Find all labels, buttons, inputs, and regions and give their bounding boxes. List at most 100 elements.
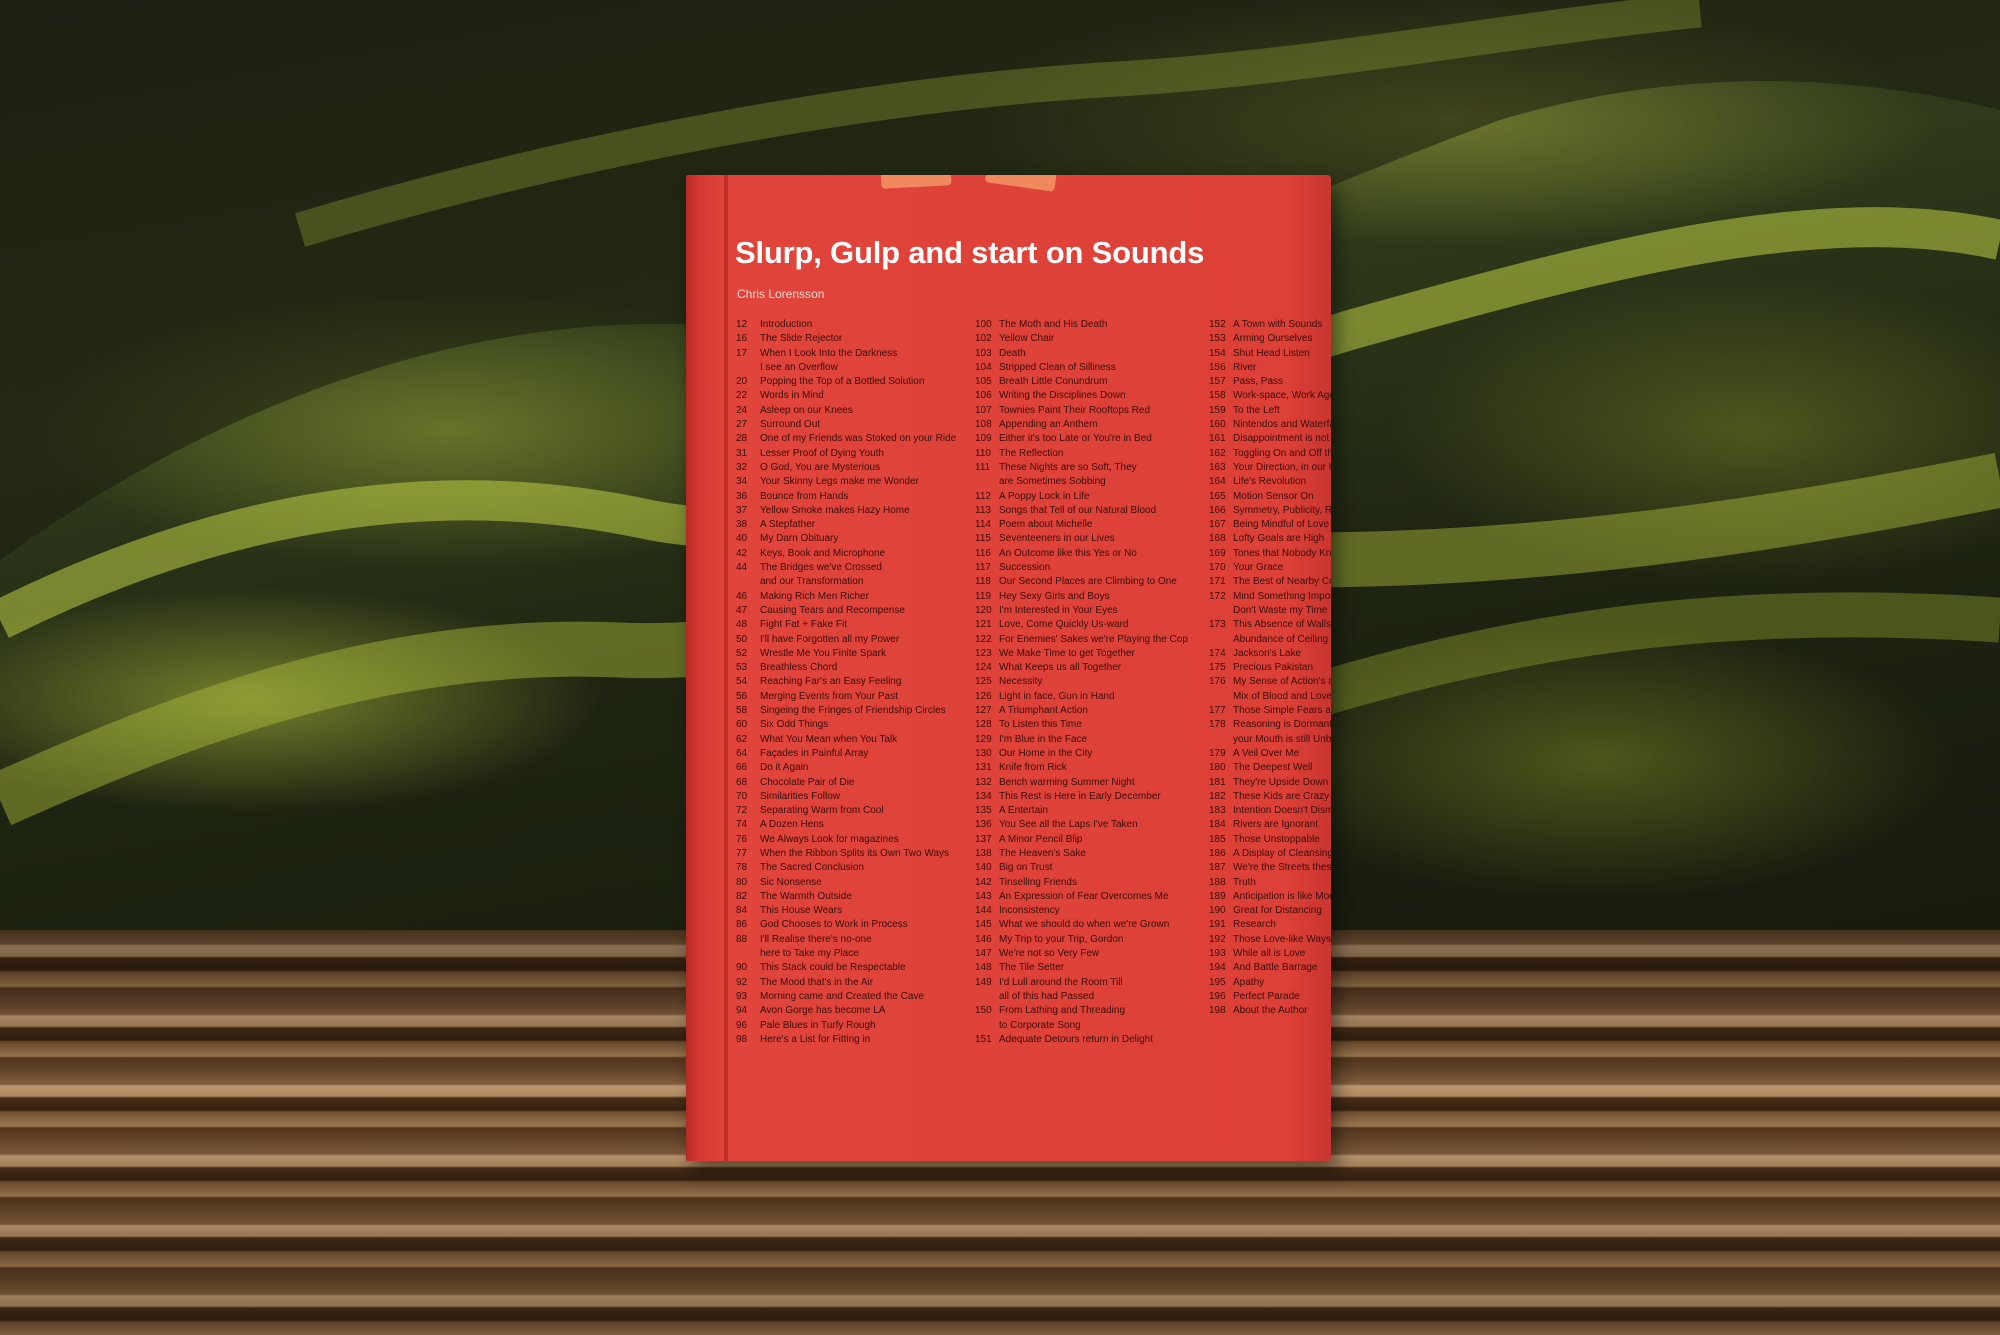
contents-entry: 72 Separating Warm from Cool <box>736 804 966 818</box>
chapter-title: Anticipation is like Mod <box>1233 890 1331 902</box>
contents-entry: 196 Perfect Parade <box>1209 990 1331 1004</box>
chapter-title: Writing the Disciplines Down <box>999 390 1126 402</box>
contents-entry: 126 Light in face, Gun in Hand <box>975 690 1205 704</box>
page-number: 34 <box>736 476 748 488</box>
spine-crease <box>724 175 728 1161</box>
chapter-title: Those Unstoppable <box>1233 833 1320 845</box>
chapter-title: Life's Revolution <box>1233 476 1307 488</box>
contents-entry: 24 Asleep on our Knees <box>736 404 966 418</box>
chapter-title: Townies Paint Their Rooftops Red <box>999 404 1151 416</box>
contents-entry: 128 To Listen this Time <box>975 718 1205 732</box>
contents-entry: 192 Those Love-like Ways <box>1209 933 1331 947</box>
page-number: 193 <box>1209 948 1226 960</box>
chapter-title: Avon Gorge has become LA <box>760 1005 886 1017</box>
chapter-title: The Best of Nearby Co <box>1233 576 1331 588</box>
contents-entry: 138 The Heaven's Sake <box>975 847 1205 861</box>
page-number: 178 <box>1209 719 1226 731</box>
red-book: Slurp, Gulp and start on Sounds Chris Lo… <box>686 175 1331 1161</box>
chapter-title: Symmetry, Publicity, Ro <box>1233 504 1331 516</box>
contents-entry: 198 About the Author <box>1209 1004 1331 1018</box>
page-number: 173 <box>1209 619 1226 631</box>
contents-entry: 131 Knife from Rick <box>975 761 1205 775</box>
chapter-title: Reasoning is Dormant <box>1233 719 1331 731</box>
page-number: 62 <box>736 733 748 745</box>
chapter-title: Perfect Parade <box>1233 990 1300 1002</box>
chapter-title: The Bridges we've Crossed <box>760 562 882 574</box>
page-number: 123 <box>975 647 992 659</box>
page-number: 185 <box>1209 833 1226 845</box>
page-number: 94 <box>736 1005 748 1017</box>
contents-entry: 20 Popping the Top of a Bottled Solution <box>736 375 966 389</box>
page-number: 135 <box>975 805 992 817</box>
page-number: 54 <box>736 676 748 688</box>
contents-entry: 129 I'm Blue in the Face <box>975 733 1205 747</box>
chapter-title: Mix of Blood and Love <box>1233 690 1331 702</box>
page-number: 181 <box>1209 776 1226 788</box>
page-number <box>1209 604 1233 618</box>
page-number <box>1209 733 1233 747</box>
contents-entry: 37 Yellow Smoke makes Hazy Home <box>736 504 966 518</box>
contents-entry: 160 Nintendos and Waterfalls <box>1209 418 1331 432</box>
contents-entry: 181 They're Upside Down <box>1209 776 1331 790</box>
contents-entry: 27 Surround Out <box>736 418 966 432</box>
page-number: 168 <box>1209 533 1226 545</box>
page-number: 107 <box>975 404 992 416</box>
contents-entry: 98 Here's a List for Fitting in <box>736 1033 966 1047</box>
chapter-title: Apathy <box>1233 976 1265 988</box>
chapter-title: This Rest is Here in Early December <box>999 790 1161 802</box>
contents-entry: 170 Your Grace <box>1209 561 1331 575</box>
contents-entry: 172 Mind Something Import <box>1209 590 1331 604</box>
contents-entry: 93 Morning came and Created the Cave <box>736 990 966 1004</box>
chapter-title: To the Left <box>1233 404 1280 416</box>
contents-entry: 116 An Outcome like this Yes or No <box>975 547 1205 561</box>
page-number: 165 <box>1209 490 1226 502</box>
contents-entry: 175 Precious Pakistan <box>1209 661 1331 675</box>
chapter-title: One of my Friends was Stoked on your Rid… <box>760 433 957 445</box>
contents-entry: 66 Do it Again <box>736 761 966 775</box>
chapter-title: Necessity <box>999 676 1043 688</box>
page-number: 32 <box>736 461 748 473</box>
chapter-title: Toggling On and Off the <box>1233 447 1331 459</box>
page-number: 53 <box>736 662 748 674</box>
chapter-title: This Stack could be Respectable <box>760 962 906 974</box>
chapter-title: Poem about Michelle <box>999 519 1093 531</box>
page-number: 134 <box>975 790 992 802</box>
chapter-title: Pass, Pass <box>1233 376 1284 388</box>
contents-entry: 64 Façades in Painful Array <box>736 747 966 761</box>
chapter-title: The Moth and His Death <box>999 319 1108 330</box>
chapter-title: Mind Something Import <box>1233 590 1331 602</box>
contents-entry: 186 A Display of Cleansing <box>1209 847 1331 861</box>
contents-entry: 140 Big on Trust <box>975 861 1205 875</box>
contents-entry: 70 Similarities Follow <box>736 790 966 804</box>
contents-entry: 189 Anticipation is like Mod <box>1209 890 1331 904</box>
chapter-title: Work-space, Work Age <box>1233 390 1331 402</box>
chapter-title: Lofty Goals are High <box>1233 533 1325 545</box>
chapter-title: Yellow Smoke makes Hazy Home <box>760 504 910 516</box>
page-number: 191 <box>1209 919 1226 931</box>
page-number: 175 <box>1209 662 1226 674</box>
contents-column-3: 152 A Town with Sounds 153 Arming Ourselves… <box>1209 318 1331 1019</box>
page-number <box>736 947 760 961</box>
chapter-title: This House Wears <box>760 905 843 917</box>
chapter-title: I'd Lull around the Room Till <box>999 976 1123 988</box>
page-number: 105 <box>975 376 992 388</box>
contents-entry: 62 What You Mean when You Talk <box>736 733 966 747</box>
chapter-title: From Lathing and Threading <box>999 1005 1126 1017</box>
page-number: 151 <box>975 1033 992 1045</box>
chapter-title: Hey Sexy Girls and Boys <box>999 590 1110 602</box>
contents-entry: 125 Necessity <box>975 675 1205 689</box>
contents-entry: 38 A Stepfather <box>736 518 966 532</box>
page-number: 192 <box>1209 933 1226 945</box>
page-number: 129 <box>975 733 992 745</box>
contents-entry: 178 Reasoning is Dormant <box>1209 718 1331 732</box>
contents-entry: 174 Jackson's Lake <box>1209 647 1331 661</box>
page-number: 157 <box>1209 376 1226 388</box>
page-number: 146 <box>975 933 992 945</box>
contents-entry: 28 One of my Friends was Stoked on your R… <box>736 432 966 446</box>
page-number: 46 <box>736 590 748 602</box>
page-number: 66 <box>736 762 748 774</box>
page-number: 132 <box>975 776 992 788</box>
contents-entry: 173 This Absence of Walls a <box>1209 618 1331 632</box>
chapter-title: They're Upside Down <box>1233 776 1329 788</box>
page-number: 17 <box>736 347 748 359</box>
